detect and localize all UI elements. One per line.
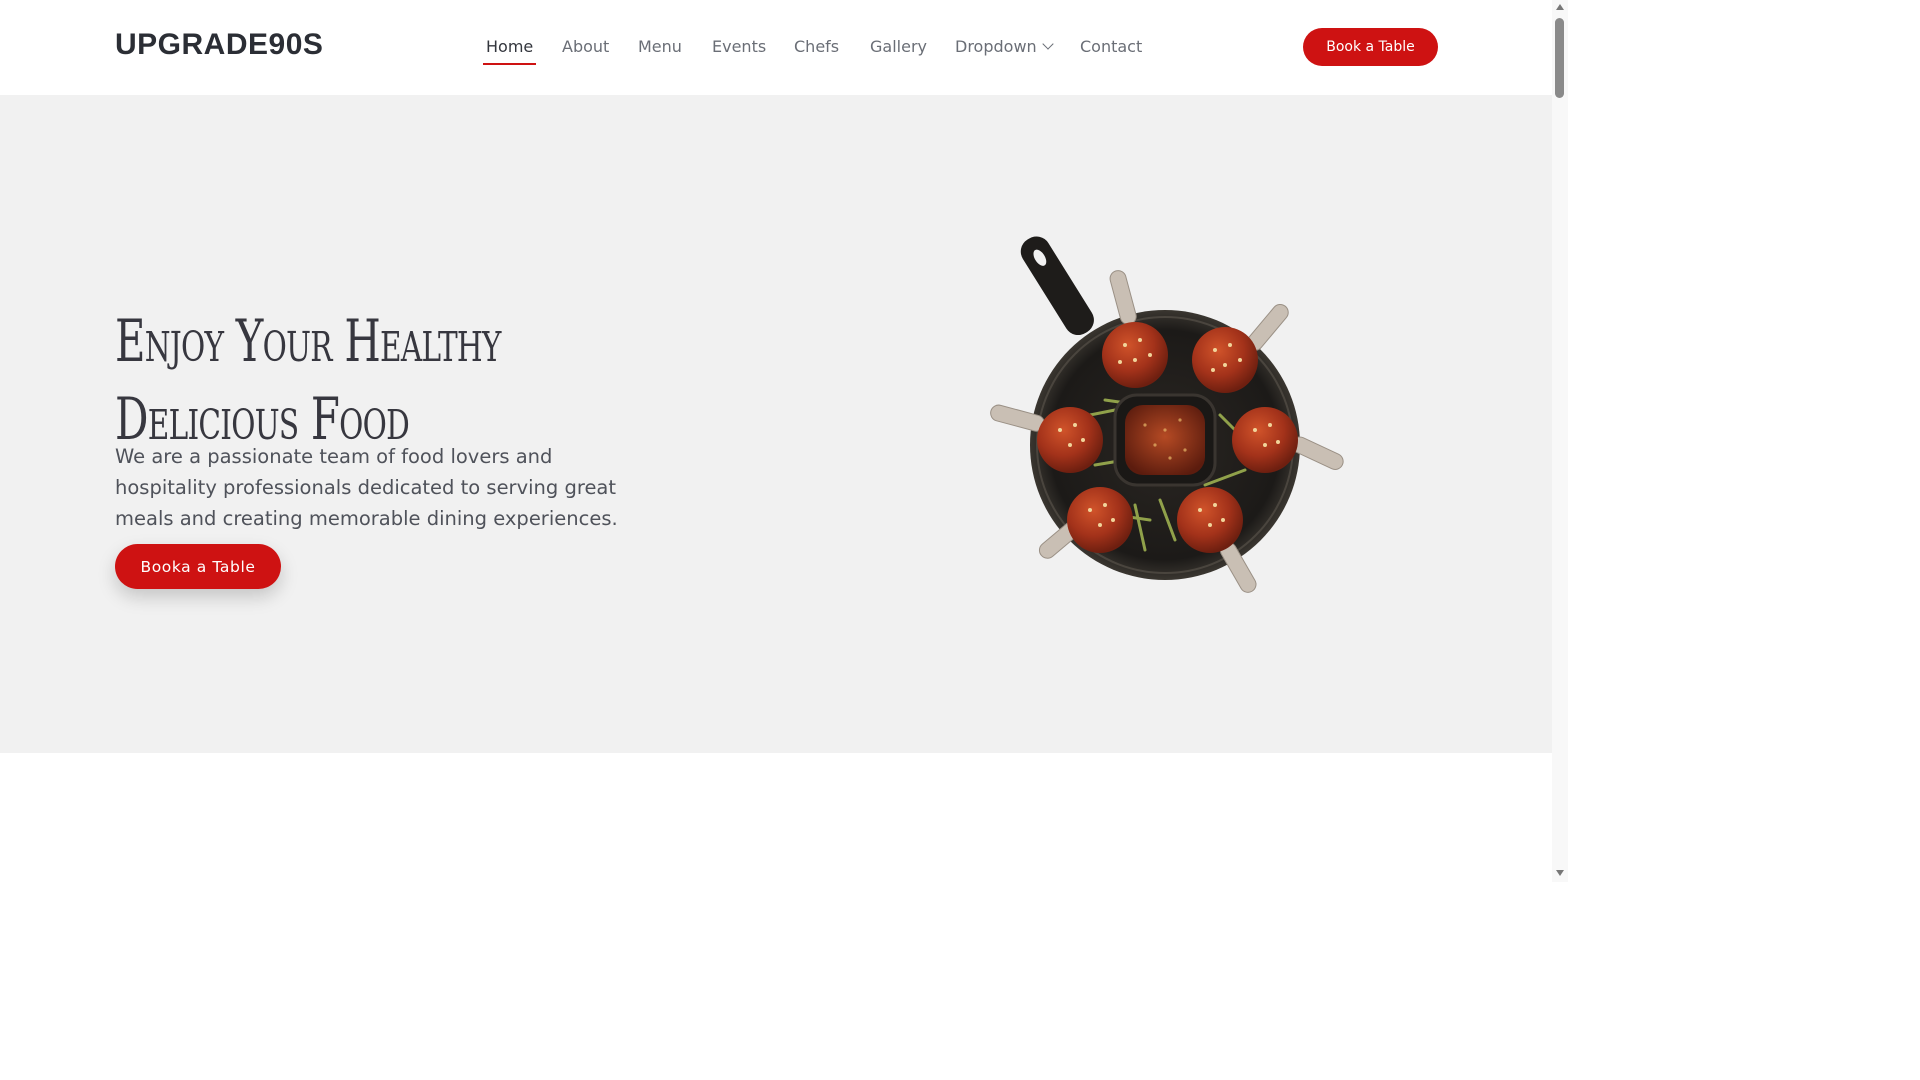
hero-title: Enjoy Your Healthy Delicious Food — [115, 302, 518, 458]
page: UPGRADE90S Home About Menu Events Chefs … — [0, 0, 1552, 882]
site-header: UPGRADE90S Home About Menu Events Chefs … — [0, 0, 1552, 95]
site-logo[interactable]: UPGRADE90S — [115, 28, 323, 62]
nav-home[interactable]: Home — [482, 37, 537, 65]
scroll-down-arrow-icon[interactable] — [1556, 870, 1564, 876]
chevron-down-icon — [1042, 38, 1054, 50]
hero-title-line1: Enjoy Your Healthy — [115, 306, 501, 375]
scroll-thumb[interactable] — [1555, 18, 1564, 98]
drumsticks-skillet-image — [990, 236, 1344, 593]
vertical-scrollbar[interactable] — [1552, 0, 1568, 882]
hero-book-table-button[interactable]: Booka a Table — [115, 544, 281, 589]
nav-contact[interactable]: Contact — [1080, 37, 1142, 56]
hero-description: We are a passionate team of food lovers … — [115, 444, 618, 530]
scroll-up-arrow-icon[interactable] — [1556, 4, 1564, 10]
nav-dropdown-label: Dropdown — [955, 37, 1037, 56]
hero-section: Enjoy Your Healthy Delicious Food We are… — [0, 95, 1552, 753]
nav-gallery[interactable]: Gallery — [870, 37, 927, 56]
nav-chefs[interactable]: Chefs — [794, 37, 839, 56]
skillet-handle — [1020, 236, 1094, 336]
nav-events[interactable]: Events — [712, 37, 766, 56]
nav-menu[interactable]: Menu — [638, 37, 682, 56]
nav-about[interactable]: About — [562, 37, 609, 56]
next-section — [0, 753, 1552, 882]
book-table-button[interactable]: Book a Table — [1303, 28, 1438, 66]
nav-dropdown[interactable]: Dropdown — [955, 37, 1054, 56]
